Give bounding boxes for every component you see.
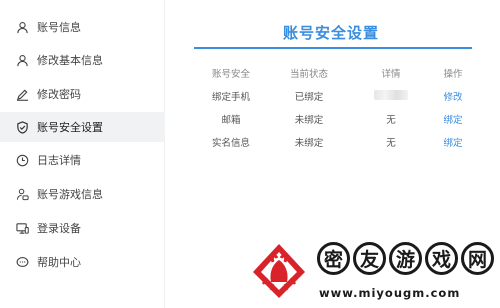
security-item-name: 邮箱 xyxy=(221,115,241,126)
sidebar-item-login-devices[interactable]: 登录设备 xyxy=(0,213,165,243)
column-header: 当前状态 xyxy=(289,69,328,80)
sidebar-item-label: 登录设备 xyxy=(37,222,81,235)
sidebar-item-help-center[interactable]: 帮助中心 xyxy=(0,247,165,277)
security-item-detail: 无 xyxy=(386,138,396,149)
sidebar-item-label: 账号安全设置 xyxy=(37,121,103,134)
watermark-title: 密 友 游 戏 网 xyxy=(317,242,494,275)
site-watermark: 密 友 游 戏 网 www.miyougm.com xyxy=(247,236,500,308)
table-header: 账号安全 当前状态 详情 操作 xyxy=(194,62,474,85)
watermark-char: 游 xyxy=(389,242,422,275)
sidebar-item-account-info[interactable]: 账号信息 xyxy=(0,12,165,42)
sidebar-item-label: 账号游戏信息 xyxy=(37,188,103,201)
watermark-url: www.miyougm.com xyxy=(319,286,461,300)
pencil-icon xyxy=(15,87,29,101)
monitor-icon xyxy=(15,221,29,235)
account-security-page: 账号信息 修改基本信息 修改密码 账号安全设置 日志详情 账号游戏信息 登录设备… xyxy=(0,0,500,308)
clock-icon xyxy=(15,153,29,167)
sidebar-item-label: 帮助中心 xyxy=(37,256,81,269)
security-item-name: 绑定手机 xyxy=(211,92,250,103)
sidebar-item-label: 日志详情 xyxy=(37,154,81,167)
sidebar-item-edit-basic-info[interactable]: 修改基本信息 xyxy=(0,45,165,75)
security-table: 账号安全 当前状态 详情 操作 绑定手机 已绑定 修改 邮箱 未绑定 无 绑定 … xyxy=(194,62,474,154)
watermark-char: 密 xyxy=(317,242,350,275)
bind-email-link[interactable]: 绑定 xyxy=(432,112,474,126)
sidebar-item-security-settings[interactable]: 账号安全设置 xyxy=(0,112,165,142)
watermark-char: 戏 xyxy=(425,242,458,275)
sidebar-item-label: 修改密码 xyxy=(37,88,81,101)
gamepad-icon xyxy=(15,187,29,201)
shield-icon xyxy=(15,120,29,134)
security-item-status: 已绑定 xyxy=(294,92,324,103)
column-header: 详情 xyxy=(381,69,401,80)
column-header: 操作 xyxy=(443,69,463,80)
security-item-detail-redacted xyxy=(350,89,432,100)
site-logo-icon xyxy=(251,242,307,300)
title-underline xyxy=(194,47,472,49)
sidebar-item-change-password[interactable]: 修改密码 xyxy=(0,79,165,109)
sidebar-item-label: 账号信息 xyxy=(37,21,81,34)
chat-icon xyxy=(15,255,29,269)
modify-phone-link[interactable]: 修改 xyxy=(432,89,474,103)
security-item-status: 未绑定 xyxy=(294,138,324,149)
table-row: 实名信息 未绑定 无 绑定 xyxy=(194,131,474,154)
sidebar-item-log-details[interactable]: 日志详情 xyxy=(0,145,165,175)
watermark-char: 网 xyxy=(461,242,494,275)
page-title: 账号安全设置 xyxy=(282,24,379,42)
bind-realname-link[interactable]: 绑定 xyxy=(432,135,474,149)
column-header: 账号安全 xyxy=(211,69,250,80)
security-item-name: 实名信息 xyxy=(211,138,250,149)
sidebar-item-label: 修改基本信息 xyxy=(37,54,103,67)
security-item-detail: 无 xyxy=(386,115,396,126)
user-edit-icon xyxy=(15,53,29,67)
table-row: 绑定手机 已绑定 修改 xyxy=(194,85,474,108)
security-item-status: 未绑定 xyxy=(294,115,324,126)
sidebar: 账号信息 修改基本信息 修改密码 账号安全设置 日志详情 账号游戏信息 登录设备… xyxy=(0,0,165,308)
watermark-char: 友 xyxy=(353,242,386,275)
user-icon xyxy=(15,20,29,34)
sidebar-item-game-info[interactable]: 账号游戏信息 xyxy=(0,179,165,209)
table-row: 邮箱 未绑定 无 绑定 xyxy=(194,108,474,131)
